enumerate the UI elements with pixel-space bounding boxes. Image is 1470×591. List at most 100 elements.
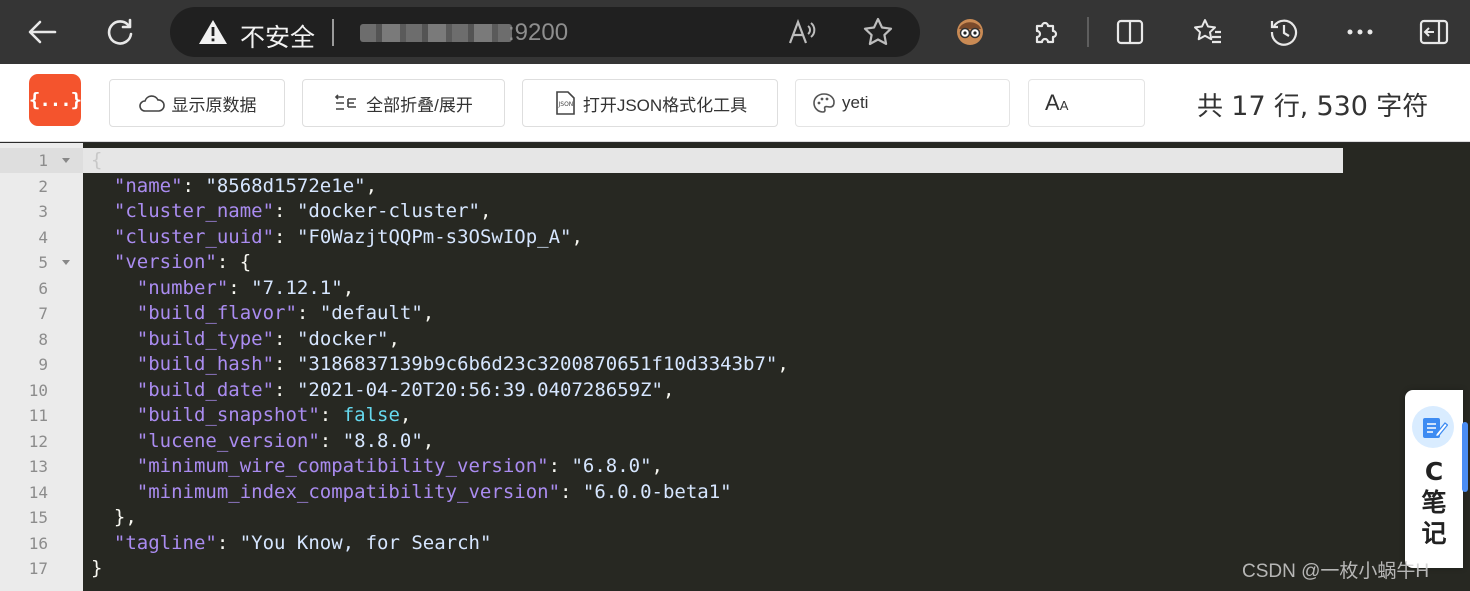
address-bar[interactable]: 不安全 :9200 — [170, 7, 920, 57]
show-raw-data-button[interactable]: 显示原数据 — [109, 79, 285, 127]
line-number: 4 — [38, 227, 48, 247]
json-viewer-toolbar: {...} 显示原数据 全部折叠/展开 JSON 打开JSON格式化工具 yet… — [0, 64, 1470, 142]
sidebar-toggle-icon[interactable] — [1414, 12, 1454, 52]
note-widget-label: C 笔 记 — [1421, 457, 1447, 548]
line-number: 13 — [28, 457, 48, 476]
fold-toggle-icon[interactable] — [62, 158, 70, 163]
show-raw-data-label: 显示原数据 — [171, 95, 257, 115]
line-number: 17 — [28, 559, 48, 578]
collapse-expand-all-button[interactable]: 全部折叠/展开 — [302, 79, 505, 127]
browser-toolbar: 不安全 :9200 — [0, 0, 1470, 64]
json-comma: , — [651, 455, 663, 477]
json-key: "build_flavor" — [136, 302, 297, 324]
font-size-icon: AA — [1045, 90, 1069, 115]
code-line: "tagline": "You Know, for Search" — [91, 531, 492, 554]
code-line: "build_date": "2021-04-20T20:56:39.04072… — [91, 378, 675, 401]
extensions-puzzle-icon[interactable] — [1026, 12, 1066, 52]
read-aloud-icon[interactable] — [782, 12, 822, 52]
code-line: "build_hash": "3186837139b9c6b6d23c32008… — [91, 353, 789, 375]
svg-text:JSON: JSON — [557, 101, 573, 108]
json-key: "tagline" — [113, 531, 217, 554]
json-comma: , — [662, 378, 675, 401]
more-menu-icon[interactable] — [1340, 12, 1380, 52]
json-comma: , — [342, 276, 355, 299]
split-screen-icon[interactable] — [1110, 12, 1150, 52]
json-comma: , — [777, 353, 789, 375]
code-line: "cluster_name": "docker-cluster", — [91, 200, 492, 222]
json-colon: : — [274, 378, 297, 401]
line-number: 1 — [38, 151, 48, 170]
json-value: "7.12.1" — [251, 276, 343, 299]
json-colon: : — [274, 327, 297, 350]
theme-select[interactable]: yeti — [795, 79, 1010, 127]
json-value: "3186837139b9c6b6d23c3200870651f10d3343b… — [296, 353, 778, 375]
json-brace: } — [91, 557, 103, 579]
favorite-star-icon[interactable] — [858, 12, 898, 52]
json-colon: : — [274, 225, 297, 248]
url-host-redacted — [360, 24, 512, 42]
note-widget[interactable]: C 笔 记 — [1405, 390, 1463, 568]
refresh-icon[interactable] — [100, 12, 140, 52]
open-json-formatter-button[interactable]: JSON 打开JSON格式化工具 — [522, 79, 778, 127]
json-comma: , — [388, 327, 400, 350]
profile-avatar-icon[interactable] — [950, 12, 990, 52]
json-colon: : — [182, 174, 206, 197]
json-value: "8568d1572e1e" — [205, 174, 366, 197]
open-json-formatter-label: 打开JSON格式化工具 — [582, 95, 748, 115]
security-status-label[interactable]: 不安全 — [240, 18, 315, 54]
code-line: "build_type": "docker", — [91, 328, 400, 350]
code-line: "build_snapshot": false, — [91, 404, 412, 426]
page-scrollbar-thumb[interactable] — [1462, 422, 1468, 492]
code-line: "number": "7.12.1", — [91, 277, 354, 299]
line-number: 8 — [38, 329, 48, 349]
back-arrow-icon[interactable] — [22, 12, 62, 52]
line-number: 15 — [28, 508, 48, 527]
code-line: "build_flavor": "default", — [91, 302, 434, 324]
line-number: 14 — [28, 482, 48, 502]
note-pencil-icon — [1412, 406, 1454, 448]
json-key: "cluster_uuid" — [113, 225, 275, 248]
toolbar-divider — [1087, 17, 1089, 47]
code-line: "minimum_index_compatibility_version": "… — [91, 481, 732, 503]
line-char-count: 共 17 行, 530 字符 — [1197, 91, 1429, 122]
json-value: "You Know, for Search" — [239, 531, 492, 554]
history-icon[interactable] — [1264, 12, 1304, 52]
json-value: "docker" — [296, 327, 389, 350]
json-colon: : — [560, 480, 583, 503]
json-file-icon: JSON — [553, 90, 577, 116]
line-number: 6 — [38, 278, 48, 298]
warning-triangle-icon[interactable] — [198, 19, 228, 50]
json-colon: : — [228, 276, 252, 299]
json-value: "6.0.0-beta1" — [582, 480, 732, 503]
json-value: "8.8.0" — [342, 429, 423, 452]
json-brace: }, — [113, 506, 137, 528]
line-number: 3 — [38, 202, 48, 221]
palette-icon — [812, 92, 836, 114]
collapse-expand-icon — [334, 93, 360, 113]
favorites-list-icon[interactable] — [1188, 12, 1228, 52]
code-line: } — [91, 557, 102, 579]
json-comma: , — [365, 174, 378, 197]
json-colon: : — [319, 404, 343, 426]
line-number: 9 — [38, 355, 48, 374]
json-colon: : — [216, 531, 240, 554]
url-port[interactable]: :9200 — [508, 19, 568, 47]
active-line-highlight — [83, 148, 1343, 173]
code-line: "lucene_version": "8.8.0", — [91, 430, 434, 452]
json-comma: , — [571, 225, 583, 248]
fold-toggle-icon[interactable] — [62, 260, 70, 265]
theme-select-value: yeti — [842, 93, 869, 112]
json-key: "lucene_version" — [136, 429, 320, 452]
code-line: "cluster_uuid": "F0WazjtQQPm-s3OSwIOp_A"… — [91, 226, 583, 248]
line-number: 10 — [28, 380, 48, 400]
code-line: "name": "8568d1572e1e", — [91, 175, 377, 197]
json-colon: : — [548, 455, 572, 477]
font-size-select[interactable]: AA — [1028, 79, 1145, 127]
